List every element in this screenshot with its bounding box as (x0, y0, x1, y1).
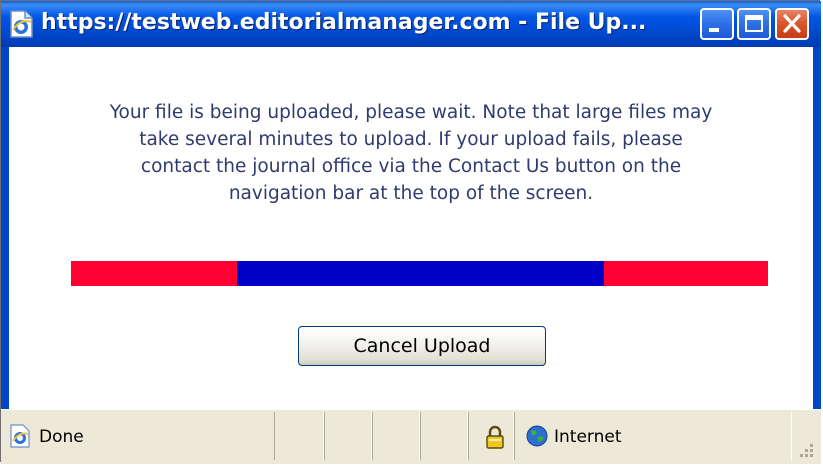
title-bar[interactable]: https://testweb.editorialmanager.com - F… (1, 1, 821, 47)
status-text: Done (39, 427, 84, 447)
upload-message: Your file is being uploaded, please wait… (19, 99, 803, 207)
message-line: contact the journal office via the Conta… (140, 156, 682, 177)
upload-progress-bar (71, 261, 768, 286)
close-icon (783, 14, 801, 33)
minimize-button[interactable] (700, 8, 734, 40)
status-pane (274, 412, 324, 460)
security-zone-text: Internet (554, 427, 622, 447)
status-pane (324, 412, 372, 460)
maximize-button[interactable] (737, 8, 771, 40)
window-title: https://testweb.editorialmanager.com - F… (41, 10, 647, 35)
lock-icon[interactable] (485, 424, 505, 450)
minimize-icon (709, 28, 719, 32)
status-pane (420, 412, 468, 460)
cancel-upload-button[interactable]: Cancel Upload (298, 326, 546, 366)
message-line: take several minutes to upload. If your … (139, 129, 683, 150)
resize-grip-icon[interactable] (796, 440, 816, 460)
upload-dialog-window: https://testweb.editorialmanager.com - F… (0, 0, 821, 464)
window-frame-right (813, 47, 821, 409)
message-line: navigation bar at the top of the screen. (228, 183, 594, 204)
close-button[interactable] (775, 8, 809, 40)
progress-marquee (237, 261, 604, 286)
window-frame-left (1, 47, 9, 409)
status-bar: Done Internet (1, 409, 821, 464)
ie-page-icon (7, 423, 33, 449)
maximize-icon (745, 15, 763, 32)
status-pane (372, 412, 420, 460)
globe-icon (526, 425, 548, 447)
ie-page-icon (5, 8, 37, 40)
message-line: Your file is being uploaded, please wait… (109, 102, 713, 123)
dialog-content: Your file is being uploaded, please wait… (9, 47, 813, 409)
